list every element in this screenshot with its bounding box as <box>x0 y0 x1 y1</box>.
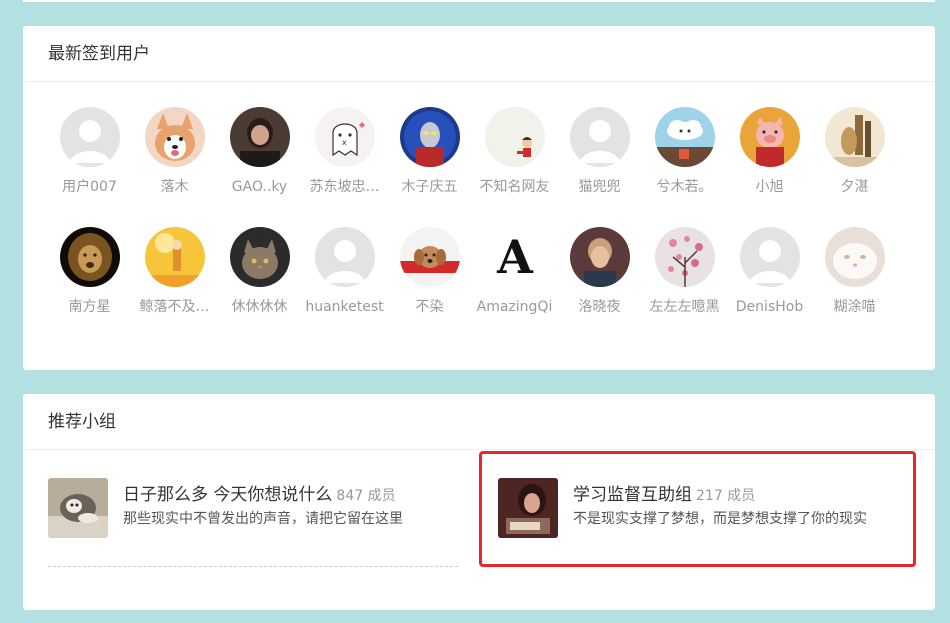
pig-avatar[interactable] <box>739 107 800 167</box>
group-item[interactable]: 日子那么多 今天你想说什么 847 成员 那些现实中不曾发出的声音，请把它留在这里 <box>48 478 468 538</box>
group-divider <box>48 566 458 567</box>
user-item[interactable]: huanketest <box>302 227 387 317</box>
user-item[interactable]: x 苏东坡忠… <box>302 107 387 197</box>
user-name[interactable]: GAO..ky <box>217 177 302 197</box>
user-item[interactable]: 落木 <box>132 107 217 197</box>
studying-girl-thumb[interactable] <box>498 478 558 538</box>
default-avatar[interactable] <box>59 107 120 167</box>
user-item[interactable]: 休休休休 <box>217 227 302 317</box>
ghost-avatar[interactable]: x <box>314 107 375 167</box>
sleeping-cat-thumb[interactable] <box>48 478 108 538</box>
cat-avatar[interactable] <box>229 227 290 287</box>
users-grid: 用户007 落木 GAO..ky x 苏东坡忠… 木子庆五 不知名网友 猫兜兜 兮木若。 小旭 夕湛… <box>23 82 935 352</box>
group-member-count: 217 成员 <box>696 488 756 504</box>
user-item[interactable]: 木子庆五 <box>387 107 472 197</box>
cartoon-kid-avatar[interactable] <box>484 107 545 167</box>
group-item[interactable]: 学习监督互助组 217 成员 不是现实支撑了梦想，而是梦想支撑了你的现实 <box>498 478 918 538</box>
group-name-line: 日子那么多 今天你想说什么 847 成员 <box>123 480 396 505</box>
user-name[interactable]: 左左左噫黑 <box>642 297 727 317</box>
user-name[interactable]: 休休休休 <box>217 297 302 317</box>
svg-text:x: x <box>342 138 347 147</box>
user-item[interactable]: 小旭 <box>727 107 812 197</box>
lion-avatar[interactable] <box>59 227 120 287</box>
corgi-avatar[interactable] <box>144 107 205 167</box>
group-description: 不是现实支撑了梦想，而是梦想支撑了你的现实 <box>573 511 867 527</box>
recommended-groups-title: 推荐小组 <box>23 394 935 450</box>
previous-card-edge <box>23 0 935 2</box>
cloud-avatar[interactable] <box>654 107 715 167</box>
dog-avatar[interactable] <box>399 227 460 287</box>
blossom-avatar[interactable] <box>654 227 715 287</box>
user-item[interactable]: 南方星 <box>47 227 132 317</box>
user-name[interactable]: huanketest <box>302 297 387 317</box>
user-name[interactable]: 南方星 <box>47 297 132 317</box>
latest-users-card: 最新签到用户 用户007 落木 GAO..ky x 苏东坡忠… 木子庆五 不知名网友 猫兜兜兮… <box>23 26 935 370</box>
group-name-line: 学习监督互助组 217 成员 <box>573 480 755 505</box>
svg-text:A: A <box>496 230 534 284</box>
white-cat-avatar[interactable] <box>824 227 885 287</box>
user-item[interactable]: 猫兜兜 <box>557 107 642 197</box>
user-name[interactable]: DenisHob <box>727 297 812 317</box>
user-item[interactable]: GAO..ky <box>217 107 302 197</box>
user-item[interactable]: 鲸落不及… <box>132 227 217 317</box>
latest-users-title: 最新签到用户 <box>23 26 935 82</box>
user-item[interactable]: DenisHob <box>727 227 812 317</box>
user-name[interactable]: 不知名网友 <box>472 177 557 197</box>
user-name[interactable]: 夕湛 <box>812 177 897 197</box>
person-photo-avatar[interactable] <box>229 107 290 167</box>
yellow-figure-avatar[interactable] <box>144 227 205 287</box>
user-name[interactable]: 兮木若。 <box>642 177 727 197</box>
recommended-groups-card: 推荐小组 日子那么多 今天你想说什么 847 成员 那些现实中不曾发出的声音，请把… <box>23 394 935 610</box>
letter-a-avatar[interactable]: A <box>484 227 545 287</box>
default-avatar[interactable] <box>739 227 800 287</box>
painting-avatar[interactable] <box>824 107 885 167</box>
user-name[interactable]: 洛晓夜 <box>557 297 642 317</box>
user-item[interactable]: 左左左噫黑 <box>642 227 727 317</box>
user-item[interactable]: 用户007 <box>47 107 132 197</box>
user-item[interactable]: 兮木若。 <box>642 107 727 197</box>
user-name[interactable]: 不染 <box>387 297 472 317</box>
default-avatar[interactable] <box>569 107 630 167</box>
user-item[interactable]: A AmazingQi <box>472 227 557 317</box>
user-name[interactable]: 用户007 <box>47 177 132 197</box>
user-name[interactable]: 苏东坡忠… <box>302 177 387 197</box>
user-name[interactable]: 猫兜兜 <box>557 177 642 197</box>
user-name[interactable]: 木子庆五 <box>387 177 472 197</box>
user-name[interactable]: 糊涂喵 <box>812 297 897 317</box>
group-name[interactable]: 学习监督互助组 <box>573 485 692 505</box>
portrait-avatar[interactable] <box>569 227 630 287</box>
user-item[interactable]: 洛晓夜 <box>557 227 642 317</box>
group-description: 那些现实中不曾发出的声音，请把它留在这里 <box>123 511 403 527</box>
user-name[interactable]: 小旭 <box>727 177 812 197</box>
hero-figure-avatar[interactable] <box>399 107 460 167</box>
default-avatar[interactable] <box>314 227 375 287</box>
user-item[interactable]: 夕湛 <box>812 107 897 197</box>
user-name[interactable]: AmazingQi <box>472 297 557 317</box>
user-item[interactable]: 不知名网友 <box>472 107 557 197</box>
group-name[interactable]: 日子那么多 今天你想说什么 <box>123 485 332 505</box>
user-name[interactable]: 落木 <box>132 177 217 197</box>
group-member-count: 847 成员 <box>336 488 396 504</box>
user-name[interactable]: 鲸落不及… <box>132 297 217 317</box>
user-item[interactable]: 不染 <box>387 227 472 317</box>
user-item[interactable]: 糊涂喵 <box>812 227 897 317</box>
